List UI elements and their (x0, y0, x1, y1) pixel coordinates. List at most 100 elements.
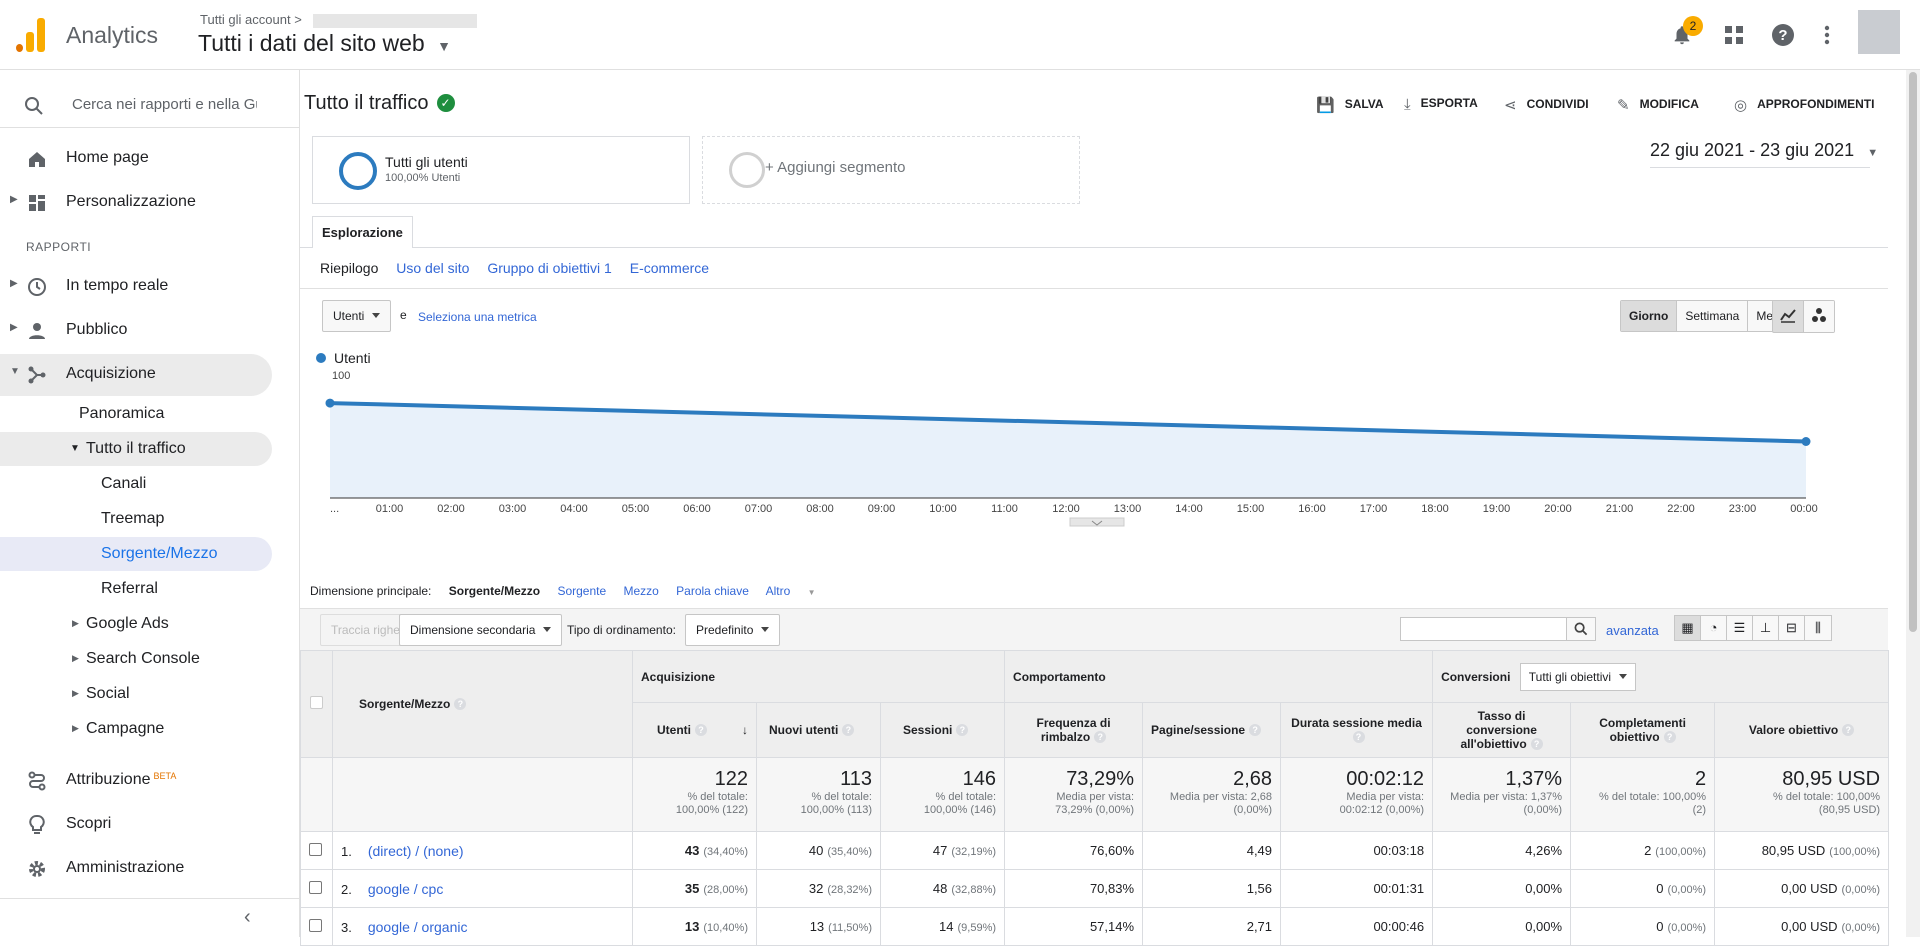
dim-other[interactable]: Altro ▼ (766, 584, 830, 598)
row-number: 1. (341, 843, 352, 859)
data-point (1801, 437, 1811, 446)
col-bounce-rate[interactable]: Frequenza di rimbalzo? (1004, 702, 1144, 758)
collapse-sidebar-icon[interactable]: ‹ (244, 906, 251, 929)
users-value: 35 (684, 881, 700, 896)
secondary-dimension-select[interactable]: Dimensione secondaria (399, 614, 563, 646)
view-selector[interactable]: Tutti i dati del sito web ▼ (198, 30, 451, 57)
motion-chart-icon[interactable] (1804, 301, 1834, 332)
export-button[interactable]: ⤓ ESPORTA (1404, 96, 1478, 113)
col-new-users[interactable]: Nuovi utenti? (756, 702, 881, 758)
tab-explorer[interactable]: Esplorazione (312, 216, 413, 248)
row-dimension-link[interactable]: (direct) / (none) (368, 843, 464, 859)
pivot-view-icon[interactable]: ⊟ (1779, 616, 1805, 640)
line-chart-icon[interactable] (1773, 301, 1804, 332)
sidebar-item-treemap[interactable]: Treemap (0, 502, 272, 536)
select-all-checkbox[interactable] (310, 696, 323, 709)
search-input[interactable]: Cerca nei rapporti e nella Gu (72, 96, 257, 113)
breadcrumb-all-accounts[interactable]: Tutti gli account (200, 12, 291, 27)
avatar[interactable] (1858, 10, 1900, 54)
date-range-picker[interactable]: 22 giu 2021 - 23 giu 2021 ▼ (1650, 140, 1878, 168)
sidebar-item-audience[interactable]: ▶ Pubblico (0, 310, 272, 352)
row-checkbox[interactable] (309, 842, 322, 856)
select-metric-link[interactable]: Seleziona una metrica (418, 310, 537, 324)
totals-cell: 2,68 Media per vista: 2,68 (0,00%) (1142, 757, 1282, 832)
help-icon: ? (1530, 738, 1543, 750)
dimension-column-header[interactable]: Sorgente/Mezzo? (332, 650, 633, 758)
notifications-button[interactable]: 2 (1667, 16, 1703, 50)
table-search-input[interactable] (1400, 617, 1568, 641)
comparison-view-icon[interactable]: ⊥ (1753, 616, 1779, 640)
caret-right-icon: ▶ (72, 723, 79, 733)
sidebar-item-google-ads[interactable]: ▶ Google Ads (0, 607, 272, 641)
col-users[interactable]: Utenti? ↓ (632, 702, 757, 758)
add-segment-button[interactable]: + Aggiungi segmento (702, 136, 1080, 204)
save-button[interactable]: 💾 SALVA (1316, 96, 1384, 114)
granularity-day[interactable]: Giorno (1621, 301, 1678, 331)
sidebar-item-customization[interactable]: ▶ Personalizzazione (0, 182, 272, 224)
table-search-button[interactable] (1566, 617, 1596, 641)
row-checkbox[interactable] (309, 880, 322, 894)
row-dimension-link[interactable]: google / cpc (368, 881, 444, 897)
share-button[interactable]: ⋖ CONDIVIDI (1504, 96, 1589, 114)
col-sessions[interactable]: Sessioni? (879, 702, 1006, 758)
col-goal-conversion-rate[interactable]: Tasso di conversione all'obiettivo? (1432, 702, 1572, 758)
report-search[interactable]: Cerca nei rapporti e nella Gu (0, 84, 300, 128)
sidebar-item-source-medium[interactable]: Sorgente/Mezzo (0, 537, 272, 571)
table-group-header-row: Sorgente/Mezzo? Acquisizione Comportamen… (300, 650, 1890, 758)
row-checkbox[interactable] (309, 918, 322, 932)
col-goal-completions[interactable]: Completamenti obiettivo? (1570, 702, 1716, 758)
account-breadcrumb[interactable]: Tutti gli account > (200, 12, 478, 28)
apps-button[interactable] (1719, 20, 1749, 50)
sidebar-item-admin[interactable]: Amministrazione (0, 848, 272, 890)
sidebar-item-realtime[interactable]: ▶ In tempo reale (0, 266, 272, 308)
col-avg-session-duration[interactable]: Durata sessione media? (1280, 702, 1434, 758)
scrollbar-thumb[interactable] (1909, 72, 1917, 632)
granularity-week[interactable]: Settimana (1677, 301, 1749, 331)
segment-all-users[interactable]: Tutti gli utenti 100,00% Utenti (312, 136, 690, 204)
sidebar-item-referral[interactable]: Referral (0, 572, 272, 606)
gear-icon (29, 861, 45, 877)
more-options-button[interactable] (1812, 20, 1842, 50)
subtab-summary[interactable]: Riepilogo (320, 260, 378, 276)
advanced-filter-link[interactable]: avanzata (1606, 623, 1659, 638)
goal-select[interactable]: Tutti gli obiettivi (1519, 662, 1637, 691)
dim-source[interactable]: Sorgente (557, 584, 606, 598)
total-subtext: 73,29% (0,00%) (1055, 804, 1135, 816)
dim-medium[interactable]: Mezzo (623, 584, 658, 598)
bar-view-icon[interactable]: ☰ (1727, 616, 1753, 640)
metric-select[interactable]: Utenti (322, 300, 392, 332)
col-goal-value[interactable]: Valore obiettivo? (1714, 702, 1890, 758)
sort-type-select[interactable]: Predefinito (685, 614, 781, 646)
col-pages-session[interactable]: Pagine/sessione? (1142, 702, 1282, 758)
sidebar-item-channels[interactable]: Canali (0, 467, 272, 501)
insights-button[interactable]: ◎ APPROFONDIMENTI (1734, 96, 1874, 114)
term-cloud-view-icon[interactable]: ⫼ (1805, 616, 1831, 640)
plot-rows-button[interactable]: Traccia righe (320, 614, 411, 646)
pie-view-icon[interactable]: ◔ (1701, 616, 1727, 640)
sidebar-item-discover[interactable]: Scopri (0, 804, 272, 846)
scrollbar[interactable] (1906, 70, 1920, 937)
sidebar-item-search-console[interactable]: ▶ Search Console (0, 642, 272, 676)
dim-keyword[interactable]: Parola chiave (676, 584, 749, 598)
sidebar-item-overview[interactable]: Panoramica (0, 397, 272, 431)
totals-cell: 146% del totale: 100,00% (146) (879, 757, 1006, 832)
subtab-goal-set-1[interactable]: Gruppo di obiettivi 1 (487, 260, 612, 276)
sidebar-item-all-traffic[interactable]: ▼ Tutto il traffico (0, 432, 272, 466)
subtab-site-usage[interactable]: Uso del sito (396, 260, 469, 276)
sidebar-item-acquisition[interactable]: ▼ Acquisizione (0, 354, 272, 396)
analytics-logo[interactable] (16, 18, 46, 52)
col-label: Pagine/sessione (1151, 723, 1246, 737)
sidebar-item-home[interactable]: Home page (0, 138, 272, 180)
sidebar-item-social[interactable]: ▶ Social (0, 677, 272, 711)
x-tick-label: ... (330, 503, 339, 515)
col-label: Sessioni (903, 723, 953, 737)
edit-button[interactable]: ✎ MODIFICA (1617, 96, 1699, 114)
sessions-value: 47 (932, 843, 948, 858)
row-dimension-link[interactable]: google / organic (368, 919, 468, 935)
table-view-icon[interactable]: ▦ (1675, 616, 1701, 640)
sidebar-item-attribution[interactable]: Attribuzione BETA (0, 760, 272, 802)
subtab-ecommerce[interactable]: E-commerce (630, 260, 709, 276)
help-button[interactable]: ? (1768, 20, 1798, 50)
dim-source-medium[interactable]: Sorgente/Mezzo (449, 584, 540, 598)
sidebar-item-campaigns[interactable]: ▶ Campagne (0, 712, 272, 746)
